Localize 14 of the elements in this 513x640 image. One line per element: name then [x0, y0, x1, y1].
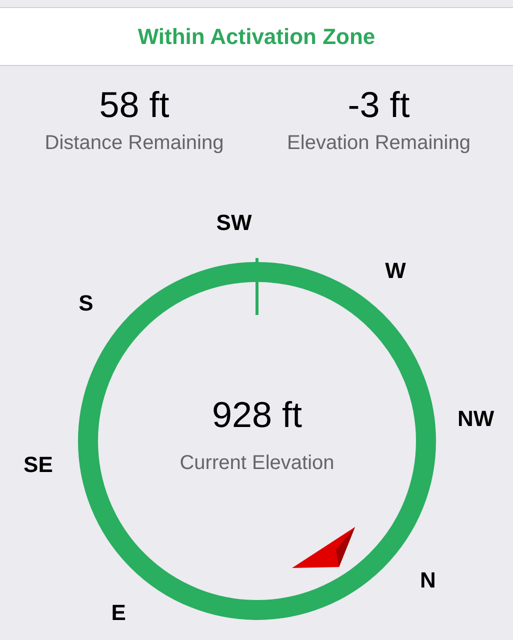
direction-label: NW [457, 406, 494, 431]
direction-label: SW [216, 210, 252, 236]
direction-label: N [420, 567, 436, 592]
stat-label: Distance Remaining [44, 132, 224, 155]
elevation-label: Current Elevation [180, 452, 334, 474]
stat-label: Elevation Remaining [287, 132, 470, 155]
stat-value: -3 ft [348, 84, 410, 126]
stat-value: 58 ft [99, 84, 170, 126]
direction-label: W [385, 258, 406, 284]
direction-label: E [111, 600, 126, 625]
direction-label: S [78, 290, 94, 316]
elevation-value: 928 ft [212, 394, 302, 435]
direction-label: SE [24, 452, 53, 477]
status-text: Within Activation Zone [138, 24, 376, 50]
